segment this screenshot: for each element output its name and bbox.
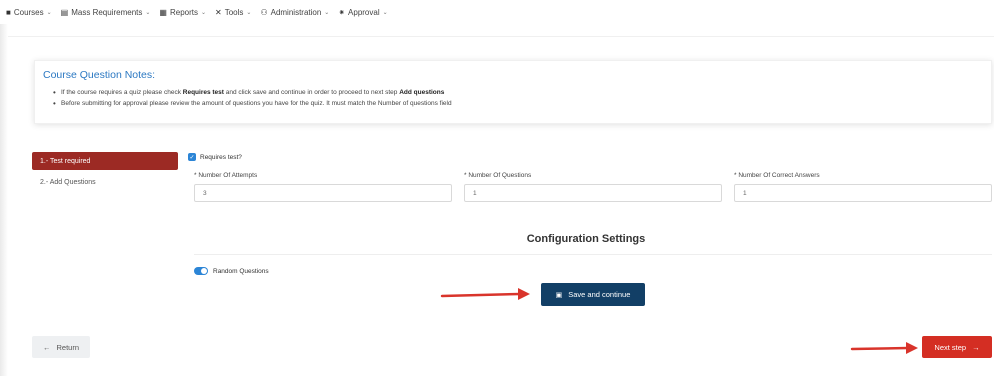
- notes-bold-requires-test: Requires test: [182, 89, 224, 96]
- checkmark-icon[interactable]: ✓: [188, 153, 196, 161]
- chevron-down-icon: ⌄: [246, 9, 252, 16]
- requires-test-checkbox[interactable]: ✓ Requires test?: [188, 153, 242, 161]
- nav-mass-requirements-label: Mass Requirements: [71, 7, 143, 17]
- save-and-continue-button[interactable]: ▣ Save and continue: [541, 283, 645, 306]
- notes-text: and click save and continue in order to …: [223, 89, 400, 96]
- questions-input[interactable]: 1: [464, 184, 722, 202]
- requires-test-label: Requires test?: [200, 153, 242, 161]
- correct-answers-label: * Number Of Correct Answers: [734, 172, 820, 179]
- nav-courses-label: Courses: [13, 7, 44, 17]
- random-questions-toggle-row: Random Questions: [194, 267, 269, 275]
- nav-mass-requirements[interactable]: ▤ Mass Requirements ⌄: [61, 8, 151, 17]
- config-title: Configuration Settings: [526, 233, 646, 245]
- attempts-label: * Number Of Attempts: [194, 172, 258, 179]
- tools-icon: ✕: [215, 7, 222, 17]
- annotation-arrow-next: [850, 342, 918, 354]
- notes-bold-add-questions: Add questions: [399, 89, 445, 96]
- attempts-field-group: * Number Of Attempts 3: [194, 172, 452, 202]
- return-button[interactable]: ← Return: [32, 336, 90, 358]
- nav-reports-label: Reports: [169, 7, 198, 17]
- notes-item: If the course requires a quiz please che…: [53, 88, 983, 97]
- chevron-down-icon: ⌄: [200, 9, 207, 16]
- arrow-right-icon: →: [972, 342, 980, 352]
- step-test-required[interactable]: 1.- Test required: [32, 152, 178, 170]
- page-left-edge: [0, 24, 8, 376]
- chevron-down-icon: ⌄: [46, 9, 52, 16]
- divider: [8, 36, 994, 37]
- nav-approval-label: Approval: [348, 7, 380, 17]
- correct-answers-field-group: * Number Of Correct Answers 1: [734, 172, 992, 202]
- top-nav: ■ Courses ⌄ ▤ Mass Requirements ⌄ ▦ Repo…: [0, 0, 994, 24]
- database-icon: ▤: [60, 7, 69, 17]
- notes-text: If the course requires a quiz please che…: [61, 89, 183, 96]
- arrow-left-icon: ←: [42, 342, 51, 352]
- nav-tools-label: Tools: [224, 7, 244, 17]
- random-questions-toggle[interactable]: [194, 267, 208, 275]
- users-icon: ⚇: [260, 7, 268, 17]
- chevron-down-icon: ⌄: [324, 9, 330, 16]
- chevron-down-icon: ⌄: [382, 9, 388, 16]
- questions-label: * Number Of Questions: [464, 172, 532, 179]
- step-add-questions[interactable]: 2.- Add Questions: [40, 179, 96, 186]
- nav-administration-label: Administration: [270, 7, 322, 17]
- questions-field-group: * Number Of Questions 1: [464, 172, 722, 202]
- approval-icon: ⁕: [338, 7, 346, 17]
- book-icon: ■: [6, 7, 11, 17]
- nav-administration[interactable]: ⚇ Administration ⌄: [260, 8, 329, 17]
- nav-reports[interactable]: ▦ Reports ⌄: [159, 8, 206, 17]
- notes-title: Course Question Notes:: [43, 69, 156, 81]
- chevron-down-icon: ⌄: [145, 9, 151, 16]
- save-button-label: Save and continue: [568, 290, 631, 299]
- nav-tools[interactable]: ✕ Tools ⌄: [215, 8, 251, 17]
- next-button-label: Next step: [934, 342, 967, 352]
- return-button-label: Return: [56, 342, 79, 352]
- nav-courses[interactable]: ■ Courses ⌄: [6, 8, 52, 17]
- next-step-button[interactable]: Next step →: [922, 336, 992, 358]
- save-icon: ▣: [555, 291, 563, 299]
- random-questions-label: Random Questions: [213, 267, 269, 275]
- config-divider: [194, 254, 992, 255]
- report-icon: ▦: [159, 7, 167, 17]
- course-question-notes: Course Question Notes: If the course req…: [34, 60, 992, 124]
- notes-list: If the course requires a quiz please che…: [43, 88, 983, 108]
- nav-approval[interactable]: ⁕ Approval ⌄: [338, 8, 387, 17]
- attempts-input[interactable]: 3: [194, 184, 452, 202]
- correct-answers-input[interactable]: 1: [734, 184, 992, 202]
- annotation-arrow-save: [440, 288, 530, 300]
- notes-item: Before submitting for approval please re…: [53, 99, 983, 108]
